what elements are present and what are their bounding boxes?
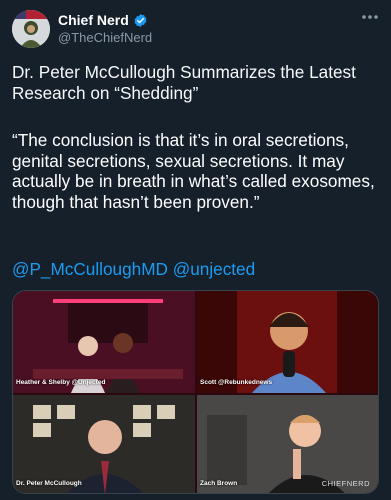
more-options-button[interactable] [357,4,383,30]
media-watermark: CHIEFNERD [321,479,370,488]
more-options-icon [362,15,378,19]
tile-scene [197,291,378,393]
tile-caption: Dr. Peter McCullough [16,480,82,487]
video-tile-heather-shelby: Heather & Shelby @Unjected [13,291,195,393]
mention-link-mccullough[interactable]: @P_McCulloughMD [12,259,168,279]
tile-scene [13,291,195,393]
video-tile-mccullough: Dr. Peter McCullough [13,395,195,493]
tweet-quote: “The conclusion is that it’s in oral sec… [12,130,375,212]
tile-caption: Zach Brown [200,480,238,487]
tile-caption: Heather & Shelby @Unjected [16,379,106,386]
mention-link-unjected[interactable]: @unjected [173,259,255,279]
author-display-name[interactable]: Chief Nerd [58,12,129,28]
video-tile-scott: Scott @Rebunkednews [197,291,378,393]
verified-badge-icon [134,13,147,27]
tweet-mentions: @P_McCulloughMD @unjected [12,259,255,280]
tweet-title-text: Dr. Peter McCullough Summarizes the Late… [12,62,356,103]
tweet-title: Dr. Peter McCullough Summarizes the Late… [12,62,382,103]
avatar-icon [12,10,50,48]
video-media[interactable]: Heather & Shelby @Unjected Scott @Rebunk… [12,290,379,494]
tile-caption: Scott @Rebunkednews [200,379,273,386]
author-avatar[interactable] [12,10,50,48]
author-handle[interactable]: @TheChiefNerd [58,30,152,45]
